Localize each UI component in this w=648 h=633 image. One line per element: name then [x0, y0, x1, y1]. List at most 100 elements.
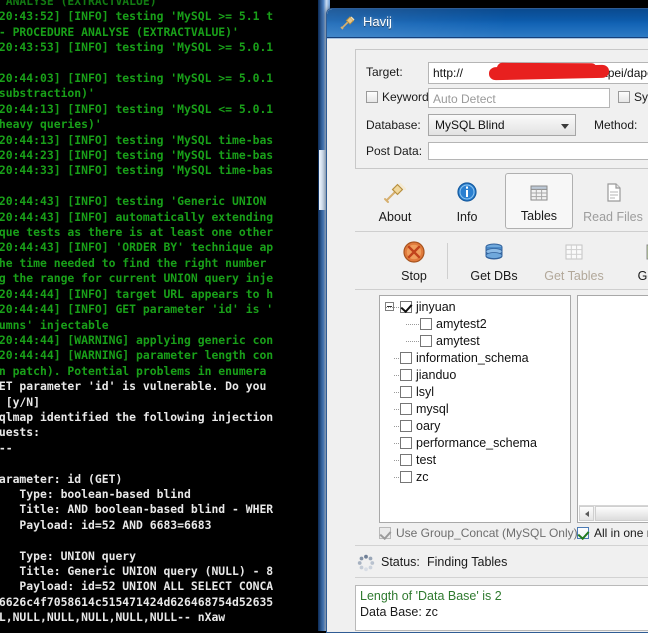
- terminal-line: [20:44:23] [INFO] testing 'MySQL time-ba…: [0, 148, 274, 163]
- status-label: Status:: [381, 555, 420, 569]
- get-tables-button[interactable]: Get Tables: [543, 237, 605, 287]
- tree-item-checkbox[interactable]: [400, 420, 412, 432]
- tree-item-checkbox[interactable]: [400, 369, 412, 381]
- terminal-line: ---: [0, 440, 13, 455]
- tree-item[interactable]: performance_schema: [380, 435, 570, 452]
- tree-item-checkbox[interactable]: [400, 386, 412, 398]
- tree-item-checkbox[interactable]: [400, 301, 412, 313]
- target-url-prefix: http://: [433, 66, 464, 80]
- window-title: Havij: [363, 14, 392, 29]
- keyword-label: Keyword:: [382, 90, 433, 104]
- tree-item-checkbox[interactable]: [420, 335, 432, 347]
- post-data-label: Post Data:: [366, 144, 423, 158]
- use-group-concat-checkbox[interactable]: [379, 527, 391, 539]
- target-input[interactable]: http:///dapei/dapei: [428, 62, 648, 84]
- scrollbar-thumb[interactable]: [595, 506, 648, 521]
- databases-tree[interactable]: jinyuan amytest2 amytest information_schema…: [379, 295, 571, 523]
- keyword-checkbox[interactable]: [366, 91, 378, 103]
- syntax-checkbox[interactable]: [618, 91, 630, 103]
- terminal-line: 46626c4f7058614c515471424d626468754d5263…: [0, 594, 274, 609]
- terminal-line: Payload: id=52 UNION ALL SELECT CONCA: [0, 579, 274, 594]
- terminal-line: Type: UNION query: [0, 548, 137, 563]
- document-icon: [607, 183, 621, 202]
- toolbar-separator: [447, 243, 448, 279]
- get-columns-button[interactable]: Get C: [623, 237, 648, 287]
- tabstrip-divider: [355, 231, 648, 232]
- terminal-line: (substraction)': [0, 86, 95, 101]
- status-divider-top: [355, 545, 648, 546]
- keyword-input[interactable]: Auto Detect: [428, 88, 610, 108]
- tree-item-checkbox[interactable]: [400, 437, 412, 449]
- post-data-input[interactable]: [428, 142, 648, 160]
- tree-item[interactable]: information_schema: [380, 350, 570, 367]
- log-output[interactable]: Length of 'Data Base' is 2 Data Base: zc: [355, 585, 648, 631]
- tree-item-label: amytest: [436, 334, 480, 348]
- terminal-line: LL,NULL,NULL,NULL,NULL,NULL-- nXaw: [0, 610, 226, 625]
- database-select[interactable]: MySQL Blind: [428, 114, 576, 136]
- tree-item-checkbox[interactable]: [400, 403, 412, 415]
- get-columns-label: Get C: [637, 269, 648, 283]
- tab-tables[interactable]: Tables: [505, 173, 573, 229]
- terminal-line: Title: Generic UNION query (NULL) - 8: [0, 563, 274, 578]
- get-dbs-label: Get DBs: [470, 269, 518, 283]
- havij-window[interactable]: Havij Target: http:///dapei/dapei Keywor…: [326, 8, 648, 633]
- tables-list-horizontal-scrollbar[interactable]: [579, 505, 648, 521]
- tables-list[interactable]: [577, 295, 648, 523]
- info-icon: [457, 182, 477, 202]
- tree-item[interactable]: lsyl: [380, 384, 570, 401]
- tree-item-checkbox[interactable]: [400, 471, 412, 483]
- tab-about[interactable]: About: [361, 173, 429, 229]
- scroll-left-arrow-icon[interactable]: [579, 506, 594, 521]
- tab-read-files[interactable]: Read Files: [579, 173, 647, 229]
- stop-button[interactable]: Stop: [383, 237, 445, 287]
- tab-info[interactable]: Info: [433, 173, 501, 229]
- all-in-one-checkbox[interactable]: [577, 527, 589, 539]
- terminal-line: lumns' injectable: [0, 317, 109, 332]
- target-groupbox: Target: http:///dapei/dapei Keyword: Aut…: [355, 49, 648, 169]
- tree-item[interactable]: jianduo: [380, 367, 570, 384]
- terminal-line: [20:43:52] [INFO] testing 'MySQL >= 5.1 …: [0, 9, 274, 24]
- database-selected-value: MySQL Blind: [435, 118, 505, 132]
- tree-item-checkbox[interactable]: [420, 318, 432, 330]
- terminal-line: Payload: id=52 AND 6683=6683: [0, 517, 212, 532]
- get-dbs-button[interactable]: Get DBs: [463, 237, 525, 287]
- table-grid-icon: [530, 185, 548, 201]
- log-line: Length of 'Data Base' is 2: [360, 589, 502, 603]
- use-group-concat-label: Use Group_Concat (MySQL Only): [396, 526, 578, 540]
- tree-item[interactable]: jinyuan: [380, 299, 570, 316]
- tree-item[interactable]: amytest: [380, 333, 570, 350]
- tree-item[interactable]: amytest2: [380, 316, 570, 333]
- main-tabstrip: About Info Tables Read Files: [355, 173, 648, 233]
- havij-titlebar[interactable]: Havij: [327, 9, 648, 38]
- terminal-line: [20:44:44] [INFO] GET parameter 'id' is …: [0, 302, 274, 317]
- tree-item-label: amytest2: [436, 317, 487, 331]
- tree-item[interactable]: mysql: [380, 401, 570, 418]
- terminal-line: [20:44:43] [INFO] 'ORDER BY' technique a…: [0, 240, 274, 255]
- tree-item[interactable]: oary: [380, 418, 570, 435]
- tree-item-label: test: [416, 453, 437, 467]
- tree-connector: [406, 324, 420, 325]
- database-icon: [485, 243, 503, 260]
- loading-spinner-icon: [357, 554, 375, 572]
- tree-item[interactable]: test: [380, 452, 570, 469]
- syringe-icon: [339, 15, 355, 31]
- terminal-line: Title: AND boolean-based blind - WHER: [0, 502, 274, 517]
- columns-icon: [646, 244, 648, 260]
- tree-item-label: performance_schema: [416, 436, 537, 450]
- terminal-line: [20:44:43] [INFO] automatically extendin…: [0, 209, 274, 224]
- terminal-line: [20:44:03] [INFO] testing 'MySQL >= 5.0.…: [0, 71, 274, 86]
- tree-item-checkbox[interactable]: [400, 454, 412, 466]
- database-label: Database:: [366, 118, 421, 132]
- chevron-down-icon[interactable]: [561, 124, 569, 129]
- tree-item-label: lsyl: [416, 385, 435, 399]
- tab-read-files-label: Read Files: [583, 210, 643, 224]
- tree-item[interactable]: zc: [380, 469, 570, 486]
- target-label: Target:: [366, 65, 403, 79]
- tab-about-label: About: [378, 210, 412, 224]
- terminal-line: sqlmap identified the following injectio…: [0, 409, 274, 424]
- terminal-line: ? [y/N]: [5, 394, 41, 409]
- grid-icon: [565, 244, 583, 260]
- tree-item-checkbox[interactable]: [400, 352, 412, 364]
- terminal-line: - PROCEDURE ANALYSE (EXTRACTVALUE)': [0, 24, 239, 39]
